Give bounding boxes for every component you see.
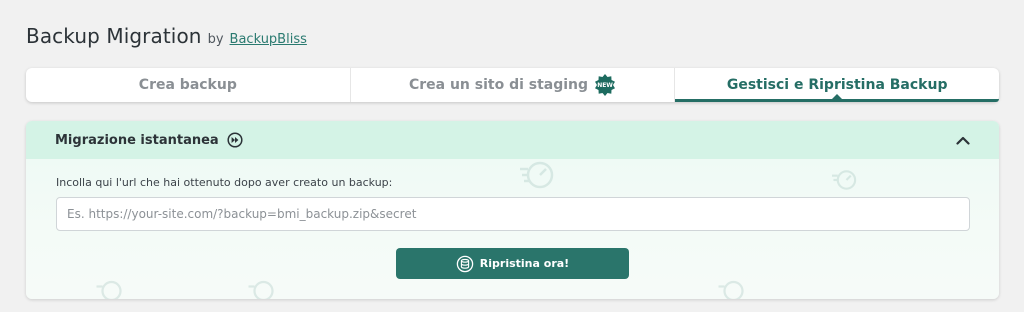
page-header: Backup Migration by BackupBliss xyxy=(26,24,307,48)
tab-label: Gestisci e Ripristina Backup xyxy=(726,77,948,93)
timer-watermark-icon xyxy=(248,279,276,299)
timer-watermark-icon xyxy=(520,159,556,195)
timer-watermark-icon xyxy=(96,279,124,299)
tab-bar: Crea backup Crea un sito di staging NEW … xyxy=(26,68,999,102)
url-field-label: Incolla qui l'url che hai ottenuto dopo … xyxy=(56,176,393,189)
by-text: by xyxy=(207,32,224,47)
chevron-up-icon[interactable] xyxy=(955,133,971,147)
tab-label: Crea un sito di staging xyxy=(408,77,589,93)
database-restore-icon xyxy=(456,255,474,273)
tab-staging[interactable]: Crea un sito di staging NEW xyxy=(351,68,676,102)
new-badge-text: NEW xyxy=(597,81,613,89)
backup-url-input[interactable] xyxy=(56,197,970,231)
panel-header[interactable]: Migrazione istantanea xyxy=(26,121,999,159)
brand-link[interactable]: BackupBliss xyxy=(230,32,307,47)
tab-gestisci-ripristina[interactable]: Gestisci e Ripristina Backup xyxy=(675,68,999,102)
instant-migration-panel: Migrazione istantanea Incolla qui l'url … xyxy=(26,121,999,299)
timer-watermark-icon xyxy=(718,279,746,299)
app-title: Backup Migration xyxy=(26,24,202,48)
restore-now-button[interactable]: Ripristina ora! xyxy=(396,248,629,279)
new-badge-icon: NEW xyxy=(594,74,616,96)
fast-forward-circle-icon xyxy=(227,132,243,148)
timer-watermark-icon xyxy=(832,168,858,196)
panel-title: Migrazione istantanea xyxy=(55,132,219,148)
tab-label: Crea backup xyxy=(138,77,237,93)
restore-button-label: Ripristina ora! xyxy=(479,257,570,270)
active-tab-caret xyxy=(832,94,843,99)
tab-crea-backup[interactable]: Crea backup xyxy=(26,68,351,102)
